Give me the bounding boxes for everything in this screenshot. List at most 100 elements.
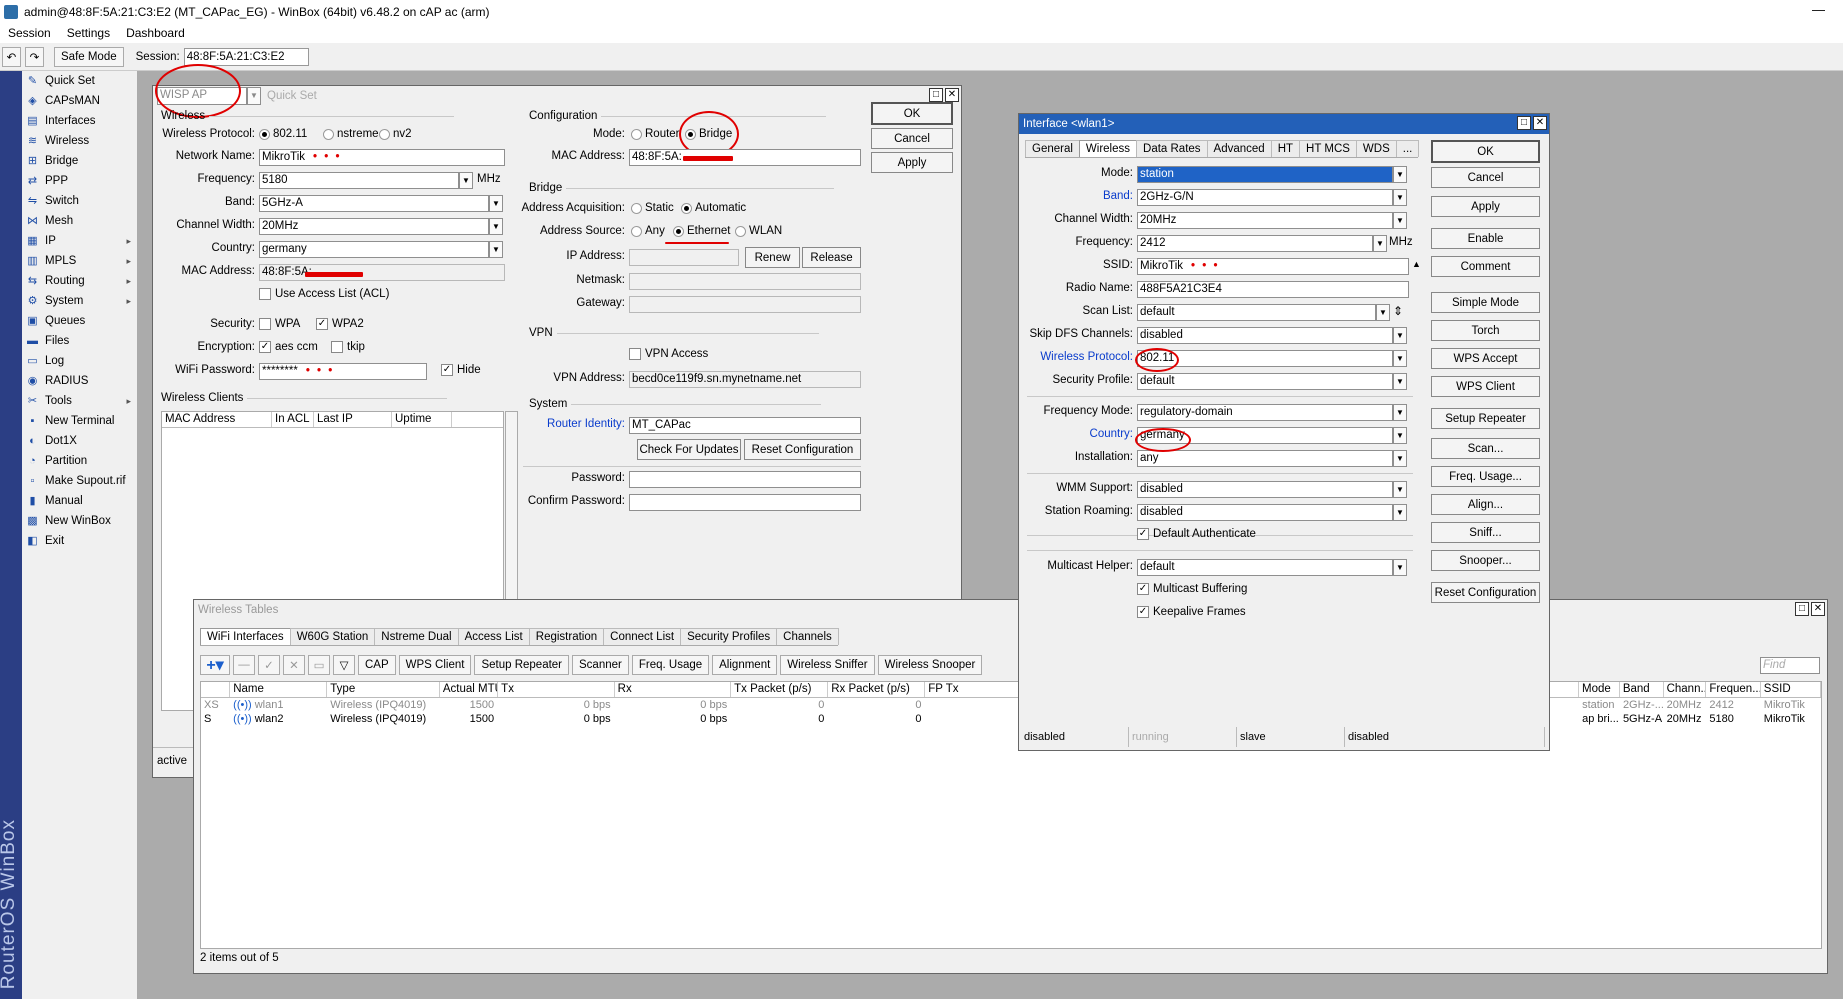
proto-nstreme-radio[interactable]: nstreme: [323, 128, 379, 140]
frequency-mode-select-dropdown-icon[interactable]: ▼: [1393, 404, 1407, 421]
enable-button[interactable]: Enable: [1431, 228, 1540, 249]
automatic-radio[interactable]: Automatic: [681, 202, 746, 214]
band-select[interactable]: 2GHz-G/N: [1137, 189, 1393, 206]
align-button[interactable]: Align...: [1431, 494, 1540, 515]
tab-ht[interactable]: HT: [1270, 140, 1301, 157]
cancel-button[interactable]: Cancel: [1431, 167, 1540, 188]
tab-nstreme-dual[interactable]: Nstreme Dual: [374, 628, 459, 645]
alignment-button[interactable]: Alignment: [712, 655, 778, 675]
clients-col-header[interactable]: Last IP: [314, 412, 392, 427]
table-col-header[interactable]: Chann...: [1664, 682, 1707, 697]
tab-wds[interactable]: WDS: [1355, 140, 1397, 157]
table-row[interactable]: S ((•)) wlan2 Wireless (IPQ4019) 1500 0 bps 0…: [201, 713, 1821, 726]
country-select-dropdown-icon[interactable]: ▼: [1393, 427, 1407, 444]
sidebar-item-system[interactable]: ⚙ System ▸: [22, 291, 137, 311]
maximize-icon[interactable]: □: [929, 88, 943, 102]
gateway-field[interactable]: [629, 296, 861, 313]
wps-client-button[interactable]: WPS Client: [398, 655, 472, 675]
band-select[interactable]: 5GHz-A: [259, 195, 489, 212]
table-col-header[interactable]: Frequen...: [1706, 682, 1761, 697]
proto-80211-radio[interactable]: 802.11: [259, 128, 307, 140]
maximize-icon[interactable]: □: [1795, 602, 1809, 616]
quickset-mode-dropdown-icon[interactable]: ▼: [247, 87, 261, 105]
sniff-button[interactable]: Sniff...: [1431, 522, 1540, 543]
band-dropdown-icon[interactable]: ▼: [489, 195, 503, 212]
country-dropdown-icon[interactable]: ▼: [489, 241, 503, 258]
wifi-password-input[interactable]: ******** • • •: [259, 363, 427, 380]
wireless-snooper-button[interactable]: Wireless Snooper: [877, 655, 983, 675]
keepalive-frames-checkbox[interactable]: ✓ Keepalive Frames: [1137, 606, 1246, 618]
confirm-password-input[interactable]: [629, 494, 861, 511]
vpn-access-checkbox[interactable]: VPN Access: [629, 348, 708, 360]
router-identity-input[interactable]: MT_CAPac: [629, 417, 861, 434]
channel-width-dropdown-icon[interactable]: ▼: [489, 218, 503, 235]
freq-usage-button[interactable]: Freq. Usage...: [1431, 466, 1540, 487]
renew-button[interactable]: Renew: [745, 247, 800, 268]
sidebar-item-capsman[interactable]: ◈ CAPsMAN: [22, 91, 137, 111]
sidebar-item-radius[interactable]: ◉ RADIUS: [22, 371, 137, 391]
sidebar-item-ip[interactable]: ▦ IP ▸: [22, 231, 137, 251]
tab-wifi-interfaces[interactable]: WiFi Interfaces: [200, 628, 291, 645]
ok-button[interactable]: OK: [1431, 140, 1540, 163]
security-profile-select[interactable]: default: [1137, 373, 1393, 390]
wps-accept-button[interactable]: WPS Accept: [1431, 348, 1540, 369]
cap-button[interactable]: CAP: [358, 655, 396, 675]
tab-more[interactable]: ...: [1395, 140, 1420, 157]
hide-password-checkbox[interactable]: ✓ Hide: [441, 364, 481, 376]
undo-icon[interactable]: ↶: [2, 46, 21, 67]
scanner-button[interactable]: Scanner: [572, 655, 629, 675]
sidebar-item-bridge[interactable]: ⊞ Bridge: [22, 151, 137, 171]
sidebar-item-files[interactable]: ▬ Files: [22, 331, 137, 351]
netmask-field[interactable]: [629, 273, 861, 290]
release-button[interactable]: Release: [802, 247, 861, 268]
sidebar-item-ppp[interactable]: ⇄ PPP: [22, 171, 137, 191]
simple-mode-button[interactable]: Simple Mode: [1431, 292, 1540, 313]
setup-repeater-button[interactable]: Setup Repeater: [1431, 408, 1540, 429]
sidebar-item-quick-set[interactable]: ✎ Quick Set: [22, 71, 137, 91]
scan-list-add-icon[interactable]: ⇕: [1393, 304, 1403, 318]
sidebar-item-wireless[interactable]: ≋ Wireless: [22, 131, 137, 151]
station-roaming-select[interactable]: disabled: [1137, 504, 1393, 521]
clients-col-header[interactable]: MAC Address: [162, 412, 272, 427]
sidebar-item-switch[interactable]: ⇋ Switch: [22, 191, 137, 211]
close-icon[interactable]: ✕: [945, 88, 959, 102]
close-icon[interactable]: ✕: [1533, 116, 1547, 130]
reset-config-button[interactable]: Reset Configuration: [744, 439, 861, 460]
static-radio[interactable]: Static: [631, 202, 674, 214]
clients-col-header[interactable]: Uptime: [392, 412, 452, 427]
tab-general[interactable]: General: [1025, 140, 1080, 157]
tab-wireless[interactable]: Wireless: [1078, 140, 1138, 157]
mode-select-dropdown-icon[interactable]: ▼: [1393, 166, 1407, 183]
table-col-header[interactable]: Tx Packet (p/s): [731, 682, 829, 697]
enable-icon[interactable]: ✓: [258, 655, 280, 675]
wpa2-checkbox[interactable]: ✓ WPA2: [316, 318, 364, 330]
ssid-input[interactable]: MikroTik • • •: [1137, 258, 1409, 275]
mode-select[interactable]: station: [1137, 166, 1393, 183]
wps-client-button[interactable]: WPS Client: [1431, 376, 1540, 397]
table-col-header[interactable]: Actual MTU: [440, 682, 499, 697]
frequency-dropdown-icon[interactable]: ▼: [459, 172, 473, 189]
security-profile-select-dropdown-icon[interactable]: ▼: [1393, 373, 1407, 390]
cfg-mac-field[interactable]: 48:8F:5A:: [629, 149, 861, 166]
add-icon[interactable]: +▾: [200, 655, 230, 675]
table-col-header[interactable]: Name: [230, 682, 328, 697]
scan-list-input[interactable]: default: [1137, 304, 1376, 321]
table-col-header[interactable]: Type: [327, 682, 440, 697]
channel-width-select[interactable]: 20MHz: [1137, 212, 1393, 229]
setup-repeater-button[interactable]: Setup Repeater: [474, 655, 570, 675]
sidebar-item-routing[interactable]: ⇆ Routing ▸: [22, 271, 137, 291]
menu-session[interactable]: Session: [0, 26, 59, 40]
skip-dfs-select[interactable]: disabled: [1137, 327, 1393, 344]
table-row[interactable]: XS ((•)) wlan1 Wireless (IPQ4019) 1500 0 bps…: [201, 699, 1821, 712]
sidebar-item-mpls[interactable]: ▥ MPLS ▸: [22, 251, 137, 271]
sidebar-item-queues[interactable]: ▣ Queues: [22, 311, 137, 331]
comment-button[interactable]: Comment: [1431, 256, 1540, 277]
frequency-input[interactable]: 2412: [1137, 235, 1373, 252]
torch-button[interactable]: Torch: [1431, 320, 1540, 341]
frequency-input[interactable]: 5180: [259, 172, 459, 189]
mode-router-radio[interactable]: Router: [631, 128, 680, 140]
default-authenticate-checkbox[interactable]: ✓ Default Authenticate: [1137, 528, 1256, 540]
sidebar-item-make-supout-rif[interactable]: ▫ Make Supout.rif: [22, 471, 137, 491]
scan-list-dropdown-icon[interactable]: ▼: [1376, 304, 1390, 321]
minimize-button[interactable]: —: [1812, 2, 1825, 17]
